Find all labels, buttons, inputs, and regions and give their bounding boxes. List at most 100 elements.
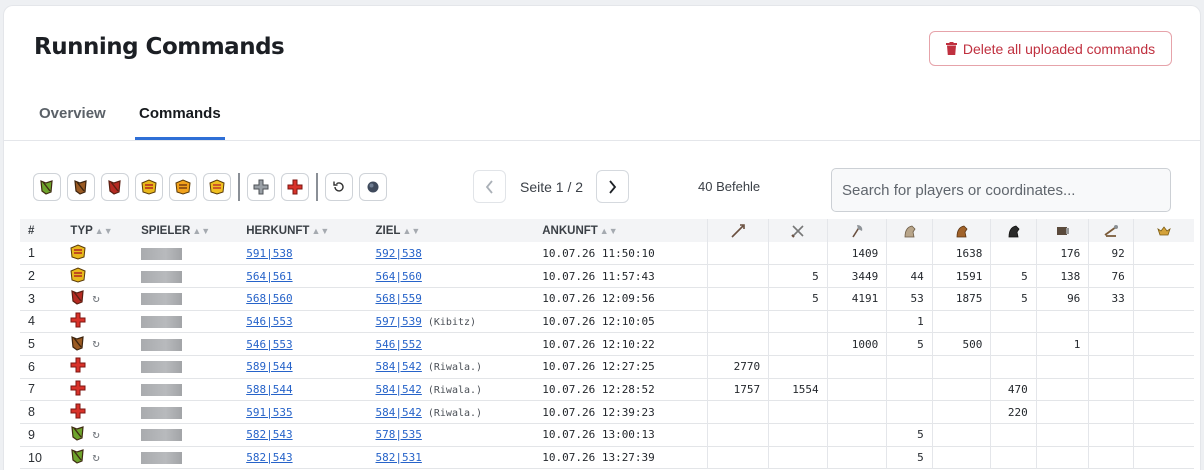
col-axe	[826, 219, 887, 242]
target-link[interactable]: 564|560	[376, 270, 422, 283]
table-row[interactable]: 8 591|535 584|542 (Riwala.) 10.07.26 12:39:2…	[20, 400, 1194, 424]
table-row[interactable]: 3 ↻ 568|560 568|559 10.07.26 12:09:56 5 4191 53…	[20, 287, 1194, 311]
filter-noble-orange-button[interactable]	[169, 172, 197, 201]
table-row[interactable]: 2 564|561 564|560 10.07.26 11:57:43 5 3449 44 1…	[20, 264, 1194, 288]
table-row[interactable]: 6 589|544 584|542 (Riwala.) 10.07.26 12:27:2…	[20, 355, 1194, 379]
row-player	[133, 355, 238, 378]
prev-page-button[interactable]	[473, 170, 506, 203]
origin-link[interactable]: 546|553	[246, 315, 292, 328]
row-player	[133, 446, 238, 469]
filter-noble-mixed-button[interactable]	[203, 172, 231, 201]
chevron-left-icon	[485, 179, 493, 194]
table-row[interactable]: 1 591|538 592|538 10.07.26 11:50:10 1409 1638…	[20, 242, 1194, 265]
row-player	[133, 333, 238, 356]
unit-count	[886, 242, 933, 265]
next-page-button[interactable]	[596, 170, 629, 203]
row-origin: 582|543	[238, 424, 367, 447]
target-note: (Riwala.)	[427, 362, 483, 374]
row-arrival: 10.07.26 13:27:39	[542, 451, 655, 465]
target-link[interactable]: 578|535	[376, 428, 422, 441]
row-arrival: 10.07.26 11:50:10	[542, 246, 655, 260]
unit-count: 220	[990, 400, 1037, 424]
axe-red-icon	[70, 289, 86, 308]
target-link[interactable]: 568|559	[376, 292, 422, 305]
col-typ[interactable]: TYP ▲▼	[62, 219, 133, 242]
table-row[interactable]: 4 546|553 597|539 (Kibitz) 10.07.26 12:10:05…	[20, 310, 1194, 333]
filter-axe-brown-button[interactable]	[67, 172, 95, 201]
axe-icon	[852, 224, 863, 237]
axe-brown-icon	[70, 335, 86, 354]
unit-count	[931, 400, 991, 424]
search-input[interactable]	[831, 168, 1171, 212]
row-index: 4	[28, 314, 35, 329]
target-link[interactable]: 584|542	[376, 406, 422, 419]
row-origin: 564|561	[238, 265, 367, 288]
row-target: 568|559	[368, 287, 535, 310]
table-row[interactable]: 9 ↻ 582|543 578|535 10.07.26 13:00:13 5	[20, 423, 1194, 447]
target-link[interactable]: 597|539	[376, 315, 422, 328]
table-row[interactable]: 10 ↻ 582|543 582|531 10.07.26 13:27:39 5	[20, 446, 1194, 469]
row-target: 584|542 (Riwala.)	[368, 355, 535, 378]
filter-axe-red-button[interactable]	[101, 172, 129, 201]
origin-link[interactable]: 591|538	[246, 247, 292, 260]
return-icon: ↻	[92, 290, 100, 305]
origin-link[interactable]: 568|560	[246, 292, 292, 305]
filter-circle-button[interactable]	[359, 172, 387, 201]
row-player	[133, 401, 238, 424]
target-link[interactable]: 546|552	[376, 338, 422, 351]
noble-yellow-icon	[141, 178, 157, 195]
row-player	[133, 287, 238, 310]
origin-link[interactable]: 588|544	[246, 383, 292, 396]
row-origin: 582|543	[238, 446, 367, 469]
col-ziel[interactable]: ZIEL ▲▼	[368, 219, 535, 242]
col-herkunft[interactable]: HERKUNFT ▲▼	[238, 219, 367, 242]
table-row[interactable]: 7 588|544 584|542 (Riwala.) 10.07.26 12:28:5…	[20, 378, 1194, 401]
unit-count	[1088, 310, 1134, 333]
filter-axe-green-button[interactable]	[33, 172, 61, 201]
filter-support-grey-button[interactable]	[247, 172, 275, 201]
target-link[interactable]: 582|531	[376, 451, 422, 464]
row-arrival: 10.07.26 12:39:23	[542, 405, 655, 419]
tab-overview[interactable]: Overview	[39, 90, 106, 140]
table-row[interactable]: 5 ↻ 546|553 546|552 10.07.26 12:10:22 1000 5 50…	[20, 332, 1194, 356]
origin-link[interactable]: 589|544	[246, 360, 292, 373]
unit-count	[826, 446, 887, 469]
origin-link[interactable]: 582|543	[246, 428, 292, 441]
origin-link[interactable]: 591|535	[246, 406, 292, 419]
return-icon: ↻	[92, 449, 100, 464]
unit-count	[931, 310, 991, 333]
unit-count: 4191	[826, 287, 887, 311]
col-ankunft[interactable]: ANKUNFT ▲▼	[534, 219, 708, 242]
origin-link[interactable]: 582|543	[246, 451, 292, 464]
target-link[interactable]: 584|542	[376, 360, 422, 373]
filter-return-button[interactable]	[325, 172, 353, 201]
unit-count: 76	[1088, 264, 1134, 288]
unit-count: 96	[1035, 287, 1089, 311]
row-player	[133, 265, 238, 288]
row-arrival: 10.07.26 12:09:56	[542, 292, 655, 306]
light-cavalry-icon	[956, 225, 968, 237]
support-red-icon	[70, 312, 86, 331]
col-spieler[interactable]: SPIELER ▲▼	[133, 219, 238, 242]
row-arrival: 10.07.26 11:57:43	[542, 269, 655, 283]
origin-link[interactable]: 564|561	[246, 270, 292, 283]
delete-all-button[interactable]: Delete all uploaded commands	[929, 31, 1172, 66]
unit-count: 5	[886, 446, 933, 469]
filter-noble-yellow-button[interactable]	[135, 172, 163, 201]
row-type: ↻	[62, 424, 133, 447]
unit-count	[1132, 446, 1194, 469]
unit-count	[826, 310, 887, 333]
unit-count	[990, 332, 1037, 356]
filter-support-red-button[interactable]	[281, 172, 309, 201]
origin-link[interactable]: 546|553	[246, 338, 292, 351]
return-icon	[332, 180, 346, 194]
unit-count: 5	[886, 332, 933, 356]
unit-count	[707, 332, 769, 356]
unit-count: 2770	[707, 355, 769, 379]
unit-count	[886, 378, 933, 401]
row-index: 7	[28, 382, 35, 397]
tab-commands[interactable]: Commands	[135, 90, 225, 140]
unit-count	[768, 332, 828, 356]
target-link[interactable]: 592|538	[376, 247, 422, 260]
target-link[interactable]: 584|542	[376, 383, 422, 396]
